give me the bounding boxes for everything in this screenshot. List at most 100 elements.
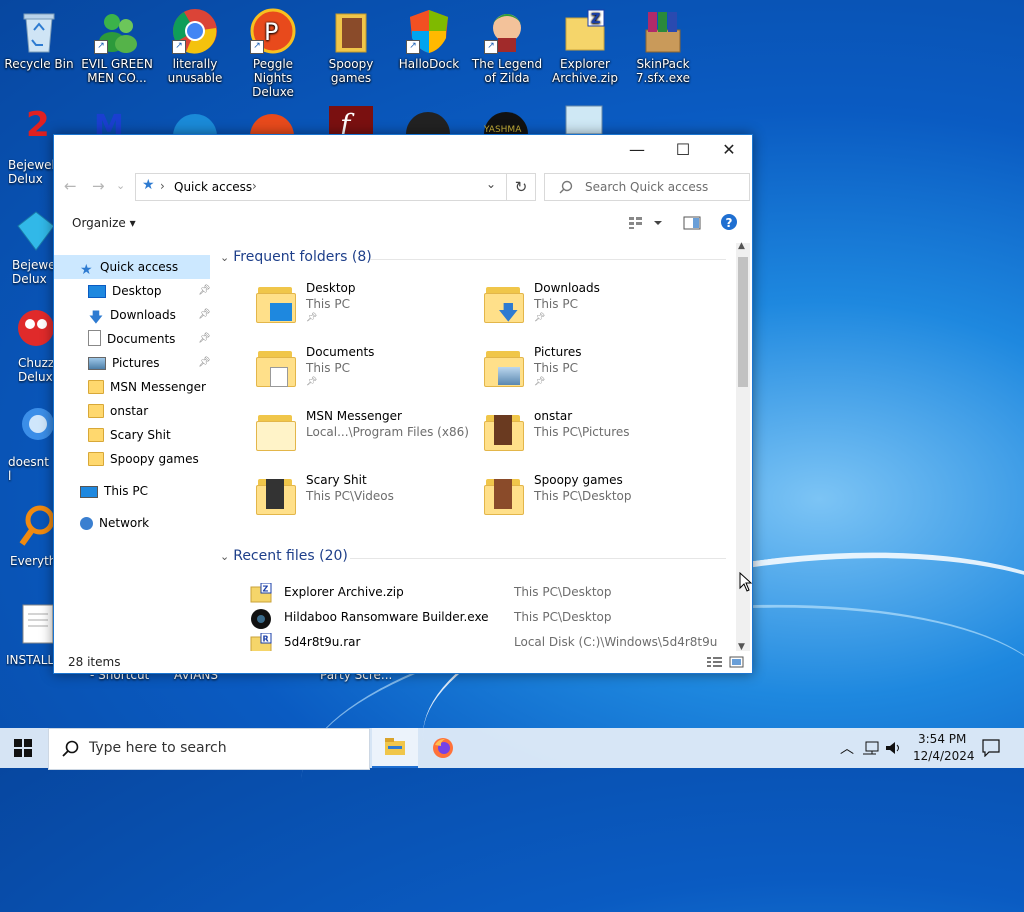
recent-file-location: Local Disk (C:)\Windows\5d4r8t9u: [514, 635, 718, 649]
nav-item-desktop[interactable]: Desktop 📌︎: [88, 279, 214, 303]
zilda-icon: ↗: [484, 8, 530, 54]
nav-item-onstar[interactable]: onstar: [88, 399, 148, 423]
search-placeholder: Search Quick access: [585, 180, 709, 194]
clock-time[interactable]: 3:54 PM: [918, 732, 966, 746]
navigation-pane: ★ Quick access Desktop 📌︎ 🡇 Downloads 📌︎ D…: [54, 243, 214, 653]
nav-item-documents[interactable]: Documents 📌︎: [88, 327, 214, 351]
nav-item-pictures[interactable]: Pictures 📌︎: [88, 351, 214, 375]
tile-name: Documents: [306, 345, 375, 359]
clock-date[interactable]: 12/4/2024: [913, 749, 975, 763]
folder-tile-pictures[interactable]: Pictures This PC 📌︎: [484, 345, 704, 405]
desktop-icon-explorer-archive[interactable]: Z Explorer Archive.zip: [547, 2, 623, 85]
volume-icon[interactable]: [885, 740, 903, 756]
pin-icon[interactable]: 📌︎: [198, 327, 211, 351]
pin-icon[interactable]: 📌︎: [198, 351, 211, 375]
firefox-icon[interactable]: [432, 737, 454, 759]
nav-item-label: Scary Shit: [110, 428, 171, 442]
desktop-icon-skinpack[interactable]: SkinPack 7.sfx.exe: [625, 2, 701, 85]
desktop-icon-recycle-bin[interactable]: Recycle Bin: [1, 2, 77, 71]
pin-icon: 📌︎: [534, 313, 546, 323]
refresh-button[interactable]: ↻: [507, 173, 536, 201]
show-hidden-icons-chevron-icon[interactable]: ︿: [840, 738, 854, 758]
address-bar[interactable]: ★ › Quick access › ⌄: [135, 173, 507, 201]
recent-locations-chevron-icon[interactable]: ⌄: [116, 179, 125, 192]
recent-file-row[interactable]: R 5d4r8t9u.rar Local Disk (C:)\Windows\5…: [250, 631, 730, 651]
quick-access-star-icon: ★: [80, 262, 93, 278]
forward-arrow-icon[interactable]: →: [92, 177, 105, 195]
search-icon: [62, 740, 79, 757]
pin-icon: 📌︎: [306, 377, 318, 387]
nav-item-network[interactable]: Network: [80, 511, 149, 535]
tile-name: Desktop: [306, 281, 356, 295]
folder-icon: [484, 411, 524, 451]
recent-file-row[interactable]: Z Explorer Archive.zip This PC\Desktop: [250, 581, 730, 605]
recent-file-name: Hildaboo Ransomware Builder.exe: [284, 610, 489, 624]
windows-start-icon[interactable]: [14, 739, 32, 757]
recent-file-row[interactable]: Hildaboo Ransomware Builder.exe This PC\…: [250, 606, 730, 630]
nav-item-msn-messenger[interactable]: MSN Messenger: [88, 375, 206, 399]
nav-item-quick-access[interactable]: ★ Quick access: [54, 255, 210, 279]
breadcrumb-quick-access[interactable]: Quick access: [174, 180, 252, 194]
back-arrow-icon[interactable]: ←: [64, 177, 77, 195]
nav-item-spoopy-games[interactable]: Spoopy games: [88, 447, 199, 471]
scrollbar-thumb[interactable]: [738, 257, 748, 387]
desktop-icon-hallodock[interactable]: ↗ HalloDock: [391, 2, 467, 71]
desktop-icon-label: HalloDock: [398, 57, 460, 71]
pin-icon[interactable]: 📌︎: [198, 279, 211, 303]
nav-item-this-pc[interactable]: This PC: [80, 479, 148, 503]
pin-icon[interactable]: 📌︎: [198, 303, 211, 327]
folder-icon: [88, 380, 104, 394]
maximize-button[interactable]: ☐: [660, 135, 706, 165]
scroll-up-icon[interactable]: ▲: [738, 241, 745, 251]
view-toggle-icons[interactable]: [706, 656, 744, 668]
tile-name: Spoopy games: [534, 473, 623, 487]
nav-item-scary-shit[interactable]: Scary Shit: [88, 423, 171, 447]
desktop-icon-spoopy-games[interactable]: Spoopy games: [313, 2, 389, 85]
folder-tile-onstar[interactable]: onstar This PC\Pictures: [484, 409, 704, 469]
nav-item-label: Desktop: [112, 284, 162, 298]
search-box[interactable]: Search Quick access: [544, 173, 750, 201]
organize-button[interactable]: Organize ▾: [72, 216, 136, 230]
taskbar-search-box[interactable]: Type here to search: [48, 728, 370, 770]
nav-item-label: This PC: [104, 484, 148, 498]
pictures-folder-icon: [484, 347, 524, 387]
nav-item-label: Quick access: [100, 260, 179, 274]
desktop-icon-evil-green-men[interactable]: ↗ EVIL GREEN MEN CO...: [79, 2, 155, 85]
tile-path: This PC: [306, 297, 350, 311]
documents-folder-icon: [256, 347, 296, 387]
svg-text:2: 2: [26, 105, 50, 136]
collapse-chevron-icon: ⌄: [220, 251, 230, 264]
desktop-icon-legend-of-zilda[interactable]: ↗ The Legend of Zilda: [469, 2, 545, 85]
documents-icon: [88, 330, 101, 346]
scroll-down-icon[interactable]: ▼: [738, 642, 745, 652]
desktop-icon-literally-unusable[interactable]: ↗ literally unusable: [157, 2, 233, 85]
desktop-icon-peggle-nights[interactable]: P ↗ Peggle Nights Deluxe: [235, 2, 311, 99]
recent-files-header[interactable]: ⌄ Recent files (20): [220, 548, 348, 564]
tile-path: This PC: [534, 297, 578, 311]
frequent-folders-header[interactable]: ⌄ Frequent folders (8): [220, 249, 372, 265]
close-button[interactable]: ✕: [706, 135, 752, 165]
folder-tile-scary-shit[interactable]: Scary Shit This PC\Videos: [256, 473, 476, 533]
folder-tile-desktop[interactable]: Desktop This PC 📌︎: [256, 281, 476, 341]
folder-tile-spoopy-games[interactable]: Spoopy games This PC\Desktop: [484, 473, 704, 533]
notification-center-icon[interactable]: [982, 739, 1000, 757]
exe-file-icon: [250, 608, 272, 629]
collapse-chevron-icon: ⌄: [220, 550, 230, 563]
status-item-count: 28 items: [68, 655, 121, 669]
network-status-icon[interactable]: [862, 740, 880, 756]
title-bar[interactable]: — ☐ ✕: [54, 135, 752, 165]
taskbar-file-explorer-button[interactable]: [372, 728, 418, 768]
nav-item-downloads[interactable]: 🡇 Downloads 📌︎: [88, 303, 214, 327]
change-view-icon[interactable]: [628, 216, 662, 230]
preview-pane-icon[interactable]: [683, 216, 701, 230]
chrome-icon: ↗: [172, 8, 218, 54]
file-explorer-window[interactable]: — ☐ ✕ ← → ⌄ ★ › Quick access › ⌄ ↻ Searc…: [53, 134, 753, 674]
folder-tile-downloads[interactable]: 🡇 Downloads This PC 📌︎: [484, 281, 704, 341]
address-dropdown-icon[interactable]: ⌄: [486, 177, 496, 191]
folder-tile-msn-messenger[interactable]: MSN Messenger Local...\Program Files (x8…: [256, 409, 476, 469]
minimize-button[interactable]: —: [614, 135, 660, 165]
help-icon[interactable]: ?: [720, 213, 738, 231]
bejeweled-icon: [17, 211, 55, 251]
folder-tile-documents[interactable]: Documents This PC 📌︎: [256, 345, 476, 405]
breadcrumb-chevron-icon[interactable]: ›: [252, 179, 257, 193]
